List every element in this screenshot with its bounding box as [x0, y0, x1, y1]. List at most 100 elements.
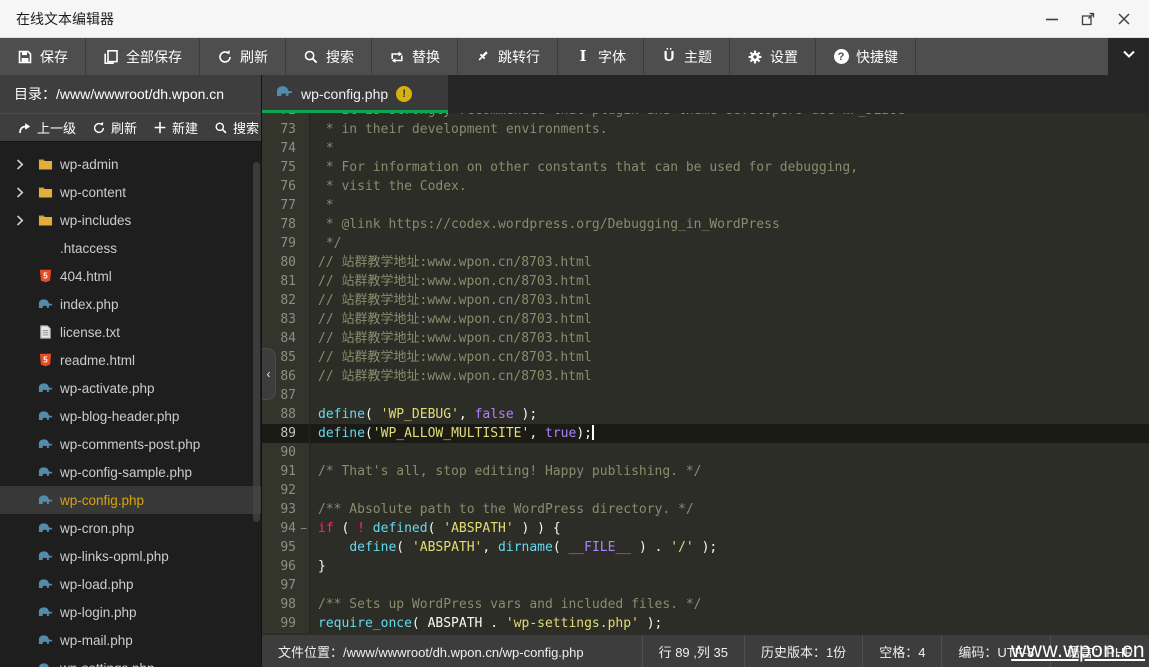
- txt-icon: [38, 325, 60, 339]
- tab-wp-config[interactable]: wp-config.php !: [262, 75, 448, 113]
- chevron-right-icon[interactable]: [16, 215, 38, 226]
- folder-icon: [38, 213, 60, 227]
- svg-text:5: 5: [43, 271, 48, 280]
- maximize-icon[interactable]: [1079, 10, 1097, 28]
- tree-item-wp-mail.php[interactable]: wp-mail.php: [0, 626, 261, 654]
- code-line-75[interactable]: 75 * For information on other constants …: [262, 158, 1149, 177]
- toolbar-collapse-button[interactable]: [1108, 38, 1149, 75]
- svg-text:5: 5: [43, 355, 48, 364]
- sidebar-scrollbar[interactable]: [253, 162, 260, 522]
- code-line-97[interactable]: 97: [262, 576, 1149, 595]
- code-line-94[interactable]: 94−if ( ! defined( 'ABSPATH' ) ) {: [262, 519, 1149, 538]
- tree-item-404.html[interactable]: 5404.html: [0, 262, 261, 290]
- code-line-79[interactable]: 79 */: [262, 234, 1149, 253]
- code-line-88[interactable]: 88define( 'WP_DEBUG', false );: [262, 405, 1149, 424]
- tree-item-wp-content[interactable]: wp-content: [0, 178, 261, 206]
- code-line-83[interactable]: 83// 站群教学地址:www.wpon.cn/8703.html: [262, 310, 1149, 329]
- text-cursor: [592, 425, 594, 440]
- tree-item-license.txt[interactable]: license.txt: [0, 318, 261, 346]
- sidebar-search-button[interactable]: 搜索: [206, 118, 267, 137]
- php-icon: [38, 633, 60, 647]
- theme-button[interactable]: Ü主题: [644, 38, 730, 75]
- code-line-93[interactable]: 93/** Absolute path to the WordPress dir…: [262, 500, 1149, 519]
- code-line-92[interactable]: 92: [262, 481, 1149, 500]
- code-line-78[interactable]: 78 * @link https://codex.wordpress.org/D…: [262, 215, 1149, 234]
- code-line-73[interactable]: 73 * in their development environments.: [262, 120, 1149, 139]
- code-line-99[interactable]: 99require_once( ABSPATH . 'wp-settings.p…: [262, 614, 1149, 633]
- html-icon: 5: [38, 269, 60, 283]
- refresh-button[interactable]: 刷新: [200, 38, 286, 75]
- minimize-icon[interactable]: [1043, 10, 1061, 28]
- tree-item-wp-comments-post.php[interactable]: wp-comments-post.php: [0, 430, 261, 458]
- save-button[interactable]: 保存: [0, 38, 86, 75]
- line-number: 94−: [262, 519, 310, 538]
- file-name: wp-admin: [60, 157, 119, 172]
- tree-item-wp-login.php[interactable]: wp-login.php: [0, 598, 261, 626]
- code-line-74[interactable]: 74 *: [262, 139, 1149, 158]
- file-name: wp-blog-header.php: [60, 409, 179, 424]
- code-editor[interactable]: 72 * It is strongly recommended that plu…: [262, 113, 1149, 635]
- line-number: 95: [262, 538, 310, 557]
- font-button[interactable]: I字体: [558, 38, 644, 75]
- tree-item-wp-activate.php[interactable]: wp-activate.php: [0, 374, 261, 402]
- file-name: wp-cron.php: [60, 521, 134, 536]
- fold-marker-icon[interactable]: −: [300, 519, 307, 538]
- hotkeys-button[interactable]: ?快捷键: [816, 38, 916, 75]
- goto-line-button[interactable]: 跳转行: [458, 38, 558, 75]
- code-line-96[interactable]: 96}: [262, 557, 1149, 576]
- settings-button[interactable]: 设置: [730, 38, 816, 75]
- file-name: wp-activate.php: [60, 381, 155, 396]
- sidebar-collapse-handle[interactable]: ‹: [262, 348, 276, 400]
- tree-item-wp-blog-header.php[interactable]: wp-blog-header.php: [0, 402, 261, 430]
- code-text: // 站群教学地址:www.wpon.cn/8703.html: [310, 348, 592, 367]
- code-line-72[interactable]: 72 * It is strongly recommended that plu…: [262, 113, 1149, 120]
- chevron-right-icon[interactable]: [16, 159, 38, 170]
- tree-item-wp-config.php[interactable]: wp-config.php: [0, 486, 261, 514]
- tree-item-wp-cron.php[interactable]: wp-cron.php: [0, 514, 261, 542]
- tree-item-wp-settings.php[interactable]: wp-settings.php: [0, 654, 261, 667]
- save-icon: [17, 49, 33, 65]
- save-all-button[interactable]: 全部保存: [86, 38, 200, 75]
- code-line-76[interactable]: 76 * visit the Codex.: [262, 177, 1149, 196]
- sidebar-new-button[interactable]: ＋新建: [145, 118, 206, 137]
- code-text: * @link https://codex.wordpress.org/Debu…: [310, 215, 780, 234]
- save-all-label: 全部保存: [126, 47, 182, 67]
- code-line-85[interactable]: 85// 站群教学地址:www.wpon.cn/8703.html: [262, 348, 1149, 367]
- code-line-80[interactable]: 80// 站群教学地址:www.wpon.cn/8703.html: [262, 253, 1149, 272]
- code-line-98[interactable]: 98/** Sets up WordPress vars and include…: [262, 595, 1149, 614]
- php-icon: [38, 549, 60, 563]
- main-toolbar: 保存 全部保存刷新搜索替换跳转行I字体Ü主题设置?快捷键: [0, 38, 1149, 75]
- tree-item-wp-admin[interactable]: wp-admin: [0, 150, 261, 178]
- code-line-84[interactable]: 84// 站群教学地址:www.wpon.cn/8703.html: [262, 329, 1149, 348]
- code-line-89[interactable]: 89define('WP_ALLOW_MULTISITE', true);: [262, 424, 1149, 443]
- window-controls: [1043, 10, 1133, 28]
- code-line-91[interactable]: 91/* That's all, stop editing! Happy pub…: [262, 462, 1149, 481]
- php-icon: [38, 577, 60, 591]
- tree-item-wp-links-opml.php[interactable]: wp-links-opml.php: [0, 542, 261, 570]
- replace-button[interactable]: 替换: [372, 38, 458, 75]
- code-line-90[interactable]: 90: [262, 443, 1149, 462]
- sidebar-up-level-button[interactable]: 上一级: [10, 118, 84, 137]
- code-line-87[interactable]: 87: [262, 386, 1149, 405]
- code-line-82[interactable]: 82// 站群教学地址:www.wpon.cn/8703.html: [262, 291, 1149, 310]
- line-number: 74: [262, 139, 310, 158]
- code-text: define('WP_ALLOW_MULTISITE', true);: [310, 424, 594, 443]
- code-line-77[interactable]: 77 *: [262, 196, 1149, 215]
- tree-item-index.php[interactable]: index.php: [0, 290, 261, 318]
- code-line-95[interactable]: 95 define( 'ABSPATH', dirname( __FILE__ …: [262, 538, 1149, 557]
- code-line-86[interactable]: 86// 站群教学地址:www.wpon.cn/8703.html: [262, 367, 1149, 386]
- chevron-down-icon: [1121, 46, 1137, 67]
- toolbar-buttons: 保存 全部保存刷新搜索替换跳转行I字体Ü主题设置?快捷键: [0, 38, 916, 75]
- search-button[interactable]: 搜索: [286, 38, 372, 75]
- close-icon[interactable]: [1115, 10, 1133, 28]
- tree-item-wp-includes[interactable]: wp-includes: [0, 206, 261, 234]
- tree-item-.htaccess[interactable]: .htaccess: [0, 234, 261, 262]
- chevron-right-icon[interactable]: [16, 187, 38, 198]
- tree-item-readme.html[interactable]: 5readme.html: [0, 346, 261, 374]
- tree-item-wp-config-sample.php[interactable]: wp-config-sample.php: [0, 458, 261, 486]
- code-text: define( 'ABSPATH', dirname( __FILE__ ) .…: [310, 538, 717, 557]
- line-number: 83: [262, 310, 310, 329]
- sidebar-refresh-button[interactable]: 刷新: [84, 118, 145, 137]
- code-line-81[interactable]: 81// 站群教学地址:www.wpon.cn/8703.html: [262, 272, 1149, 291]
- tree-item-wp-load.php[interactable]: wp-load.php: [0, 570, 261, 598]
